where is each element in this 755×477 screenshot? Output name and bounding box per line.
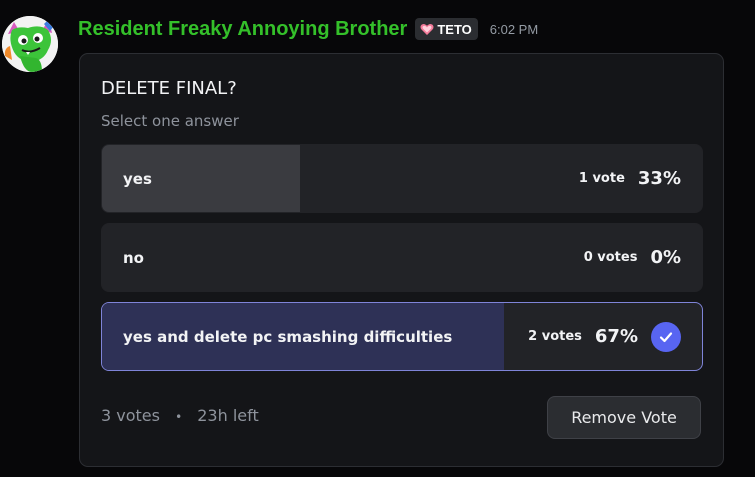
server-tag[interactable]: TETO bbox=[415, 18, 478, 40]
poll-answer-label: no bbox=[123, 248, 144, 267]
chat-message: Resident Freaky Annoying Brother TETO 6:… bbox=[0, 0, 755, 477]
poll-answer-stats: 2 votes 67% bbox=[528, 303, 681, 370]
poll-question: DELETE FINAL? bbox=[101, 78, 237, 99]
separator-dot: • bbox=[175, 410, 183, 424]
poll-answer-stats: 1 vote 33% bbox=[579, 145, 681, 212]
poll-answer-percent: 0% bbox=[650, 247, 681, 268]
poll-answer-percent: 33% bbox=[637, 168, 681, 189]
message-header: Resident Freaky Annoying Brother TETO 6:… bbox=[78, 16, 538, 42]
poll-answer-label: yes and delete pc smashing difficulties bbox=[123, 327, 453, 346]
poll-answer-yes-and-delete[interactable]: yes and delete pc smashing difficulties … bbox=[101, 302, 703, 371]
green-cat-avatar-icon bbox=[2, 16, 58, 72]
username[interactable]: Resident Freaky Annoying Brother bbox=[78, 18, 407, 41]
poll-answer-label: yes bbox=[123, 169, 152, 188]
poll-answer-no[interactable]: no 0 votes 0% bbox=[101, 223, 703, 292]
poll-answer-yes[interactable]: yes 1 vote 33% bbox=[101, 144, 703, 213]
avatar[interactable] bbox=[2, 16, 58, 72]
poll-card: DELETE FINAL? Select one answer yes 1 vo… bbox=[79, 53, 724, 467]
poll-answer-votes: 2 votes bbox=[528, 329, 582, 344]
timestamp[interactable]: 6:02 PM bbox=[490, 22, 538, 37]
checkmark-icon bbox=[651, 321, 681, 352]
remove-vote-button[interactable]: Remove Vote bbox=[547, 396, 701, 439]
poll-time-left: 23h left bbox=[197, 406, 259, 425]
poll-answer-votes: 0 votes bbox=[583, 250, 638, 265]
poll-answer-stats: 0 votes 0% bbox=[584, 224, 681, 291]
poll-answer-percent: 67% bbox=[594, 326, 638, 347]
poll-footer: 3 votes • 23h left bbox=[101, 406, 259, 425]
poll-answer-votes: 1 vote bbox=[578, 171, 625, 186]
poll-prompt: Select one answer bbox=[101, 112, 239, 130]
poll-total-votes: 3 votes bbox=[101, 406, 160, 425]
heart-icon bbox=[420, 23, 434, 36]
server-tag-label: TETO bbox=[437, 21, 472, 37]
